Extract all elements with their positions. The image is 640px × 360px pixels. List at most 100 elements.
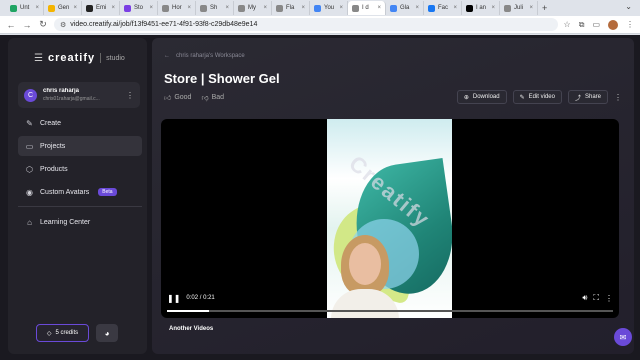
close-icon[interactable]: ×: [73, 5, 77, 11]
tab-label: You: [324, 5, 335, 11]
sidebar-item-learning-center[interactable]: ⌂ Learning Center: [18, 212, 142, 232]
chat-icon[interactable]: ✉: [614, 328, 632, 346]
logo[interactable]: ☰ creatify studio: [34, 52, 125, 64]
close-icon[interactable]: ×: [149, 5, 153, 11]
download-label: Download: [472, 94, 500, 100]
player-more-icon[interactable]: ⋮: [605, 294, 613, 303]
player-controls: ❚❚ 0:02 / 0:21 🔊︎ ⛶ ⋮: [161, 292, 619, 318]
reload-icon[interactable]: ↻: [38, 19, 48, 30]
close-icon[interactable]: ×: [453, 5, 457, 11]
browser-tab[interactable]: Juli ×: [500, 1, 538, 15]
breadcrumb-workspace[interactable]: chris raharja's Workspace: [176, 53, 245, 59]
avatar: C: [24, 88, 37, 102]
discord-icon: ◕: [104, 328, 110, 338]
sidebar-item-products[interactable]: ⬡ Products: [18, 159, 142, 179]
tab-favicon-icon: [352, 4, 359, 12]
good-button[interactable]: 👍︎ Good: [164, 93, 191, 102]
browser-tab[interactable]: Gla ×: [386, 1, 424, 15]
tab-label: Sh: [210, 5, 218, 11]
time-display: 0:02 / 0:21: [186, 295, 215, 301]
sidebar-item-projects[interactable]: ▭ Projects: [18, 136, 142, 156]
tab-favicon-icon: [276, 4, 283, 12]
user-card[interactable]: C chris raharja chris01raharja@gmail.c..…: [18, 82, 140, 108]
user-menu-icon[interactable]: ⋮: [126, 91, 134, 100]
browser-tab[interactable]: You ×: [310, 1, 348, 15]
progress-bar[interactable]: [167, 310, 613, 312]
credits-button[interactable]: ◇ 5 credits: [36, 324, 89, 342]
browser-tab[interactable]: Sh ×: [196, 1, 234, 15]
share-button[interactable]: ⤴ Share: [567, 90, 608, 104]
graduation-cap-icon: ⌂: [27, 217, 32, 227]
new-tab-icon[interactable]: +: [542, 3, 547, 13]
address-bar[interactable]: ⚙ video.creatify.ai/job/f13f9451-ee71-4f…: [54, 18, 558, 31]
browser-tab[interactable]: Fac ×: [424, 1, 462, 15]
volume-icon[interactable]: 🔊︎: [582, 293, 587, 303]
back-icon[interactable]: ←: [6, 20, 16, 30]
close-icon[interactable]: ×: [529, 5, 533, 11]
browser-tab[interactable]: Gen ×: [44, 1, 82, 15]
extensions-icon[interactable]: ⧉: [579, 20, 585, 30]
logo-mark-icon: ☰: [34, 52, 43, 64]
download-button[interactable]: ⊕ Download: [456, 90, 507, 104]
browser-tab[interactable]: Sto ×: [120, 1, 158, 15]
video-player[interactable]: Creatify ❚❚ 0:02 / 0:21 🔊︎ ⛶ ⋮: [161, 119, 619, 318]
close-icon[interactable]: ×: [111, 5, 115, 11]
close-icon[interactable]: ×: [339, 5, 343, 11]
sidebar-item-label: Learning Center: [40, 218, 91, 226]
app: ☰ creatify studio C chris raharja chris0…: [0, 35, 640, 360]
diamond-icon: ◇: [46, 330, 52, 337]
beta-badge: Beta: [98, 188, 117, 196]
tab-label: Gen: [58, 5, 70, 11]
site-info-icon[interactable]: ⚙: [60, 21, 66, 29]
close-icon[interactable]: ×: [225, 5, 229, 11]
sidepanel-icon[interactable]: ▭: [592, 20, 600, 29]
edit-video-button[interactable]: ✎ Edit video: [512, 90, 562, 104]
close-icon[interactable]: ×: [377, 5, 381, 11]
more-options-icon[interactable]: ⋮: [614, 93, 622, 102]
back-arrow-icon[interactable]: ←: [164, 53, 170, 59]
close-icon[interactable]: ×: [187, 5, 191, 11]
sidebar-item-label: Projects: [40, 142, 66, 150]
pause-icon[interactable]: ❚❚: [167, 294, 180, 303]
sidebar-item-custom-avatars[interactable]: ◉ Custom Avatars Beta: [18, 182, 142, 202]
browser-tab[interactable]: I an ×: [462, 1, 500, 15]
share-label: Share: [584, 94, 601, 100]
tab-search-icon[interactable]: ⌄: [625, 2, 632, 11]
tab-label: Hor: [172, 5, 182, 11]
browser-toolbar: ← → ↻ ⚙ video.creatify.ai/job/f13f9451-e…: [0, 16, 640, 34]
close-icon[interactable]: ×: [301, 5, 305, 11]
logo-word: creatify: [47, 52, 96, 64]
tab-favicon-icon: [162, 4, 169, 12]
tab-favicon-icon: [124, 4, 131, 12]
tab-label: Unt: [20, 5, 30, 11]
url-text: video.creatify.ai/job/f13f9451-ee71-4f91…: [70, 21, 258, 28]
thumbs-up-icon: 👍︎: [164, 95, 172, 102]
edit-icon: ✎: [26, 118, 33, 128]
good-label: Good: [174, 94, 192, 101]
browser-menu-icon[interactable]: ⋮: [626, 20, 634, 29]
sidebar-divider: [18, 206, 142, 207]
profile-avatar[interactable]: [608, 19, 618, 30]
tab-label: My: [248, 5, 256, 11]
close-icon[interactable]: ×: [35, 5, 39, 11]
browser-tab[interactable]: Fla ×: [272, 1, 310, 15]
browser-tab[interactable]: My ×: [234, 1, 272, 15]
browser-tab[interactable]: Emi ×: [82, 1, 120, 15]
tab-favicon-icon: [390, 4, 397, 12]
browser-tab[interactable]: Hor ×: [158, 1, 196, 15]
forward-icon[interactable]: →: [22, 20, 32, 30]
browser-tab[interactable]: Unt ×: [6, 1, 44, 15]
discord-button[interactable]: ◕: [96, 324, 118, 342]
close-icon[interactable]: ×: [415, 5, 419, 11]
bad-button[interactable]: 👎︎ Bad: [201, 93, 224, 102]
sidebar-item-label: Products: [40, 165, 68, 173]
sidebar-item-create[interactable]: ✎ Create: [18, 113, 142, 133]
browser-tab[interactable]: I d ×: [348, 1, 386, 15]
logo-divider: [100, 53, 102, 63]
fullscreen-icon[interactable]: ⛶: [593, 293, 599, 303]
edit-icon: ✎: [519, 94, 525, 101]
bookmark-star-icon[interactable]: ☆: [564, 20, 571, 29]
close-icon[interactable]: ×: [491, 5, 495, 11]
close-icon[interactable]: ×: [263, 5, 267, 11]
browser-tab-strip: Unt × Gen × Emi × Sto × Hor × Sh × My × Fla × You × I d × Gl…: [0, 0, 640, 16]
